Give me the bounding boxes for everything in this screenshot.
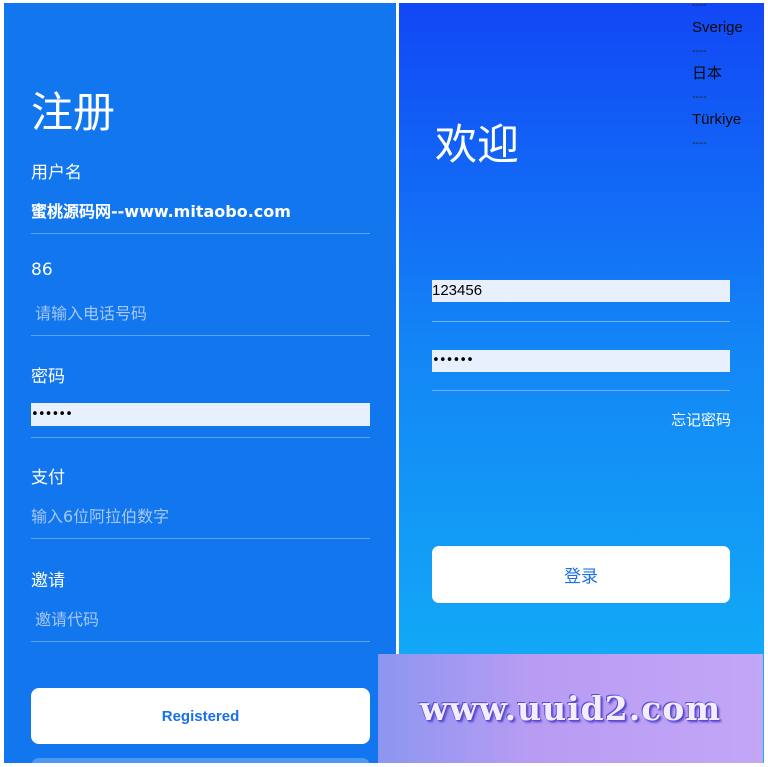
login-title: 欢迎 <box>435 120 520 169</box>
username-divider <box>31 233 370 234</box>
username-field: 用户名 蜜桃源码网--www.mitaobo.com <box>31 158 370 258</box>
invite-field: 邀请 邀请代码 <box>31 566 370 666</box>
watermark-text: www.uuid2.com <box>419 689 722 728</box>
login-password-divider <box>432 390 730 391</box>
country-code-label[interactable]: 86 <box>31 260 53 280</box>
payment-divider <box>31 538 370 539</box>
forgot-password-link[interactable]: 忘记密码 <box>671 409 731 430</box>
payment-field: 支付 输入6位阿拉伯数字 <box>31 463 370 563</box>
invite-divider <box>31 641 370 642</box>
language-separator: ---- <box>692 137 707 149</box>
password-input[interactable]: •••••• <box>31 403 370 426</box>
login-password-input[interactable]: •••••• <box>432 350 730 372</box>
register-panel: 注册 用户名 蜜桃源码网--www.mitaobo.com 86 请输入电话号码… <box>4 3 396 763</box>
payment-label: 支付 <box>31 468 65 488</box>
language-separator: ---- <box>692 0 707 11</box>
phone-input[interactable]: 请输入电话号码 <box>35 300 147 324</box>
invite-input[interactable]: 邀请代码 <box>35 606 99 630</box>
password-field: 密码 •••••• <box>31 362 370 462</box>
invite-label: 邀请 <box>31 571 65 591</box>
language-separator: ---- <box>692 91 707 103</box>
language-item-sweden[interactable]: Sverige <box>692 10 764 46</box>
password-divider <box>31 437 370 438</box>
phone-field: 86 请输入电话号码 <box>31 260 370 360</box>
username-input[interactable]: 蜜桃源码网--www.mitaobo.com <box>31 198 291 222</box>
language-item-turkey[interactable]: Türkiye <box>692 102 764 138</box>
account-input[interactable]: 123456 <box>432 280 730 302</box>
language-menu: ---- Sverige ---- 日本 ---- Türkiye ---- <box>692 0 764 149</box>
secondary-button[interactable] <box>31 758 370 763</box>
watermark-banner: www.uuid2.com <box>378 654 763 763</box>
register-title: 注册 <box>31 88 116 137</box>
language-separator: ---- <box>692 45 707 57</box>
phone-divider <box>31 335 370 336</box>
language-item-japan[interactable]: 日本 <box>692 56 764 92</box>
account-divider <box>432 321 730 322</box>
register-button[interactable]: Registered <box>31 688 370 744</box>
password-label: 密码 <box>31 367 65 387</box>
login-button[interactable]: 登录 <box>432 546 730 603</box>
username-label: 用户名 <box>31 163 82 183</box>
payment-input[interactable]: 输入6位阿拉伯数字 <box>31 503 169 527</box>
